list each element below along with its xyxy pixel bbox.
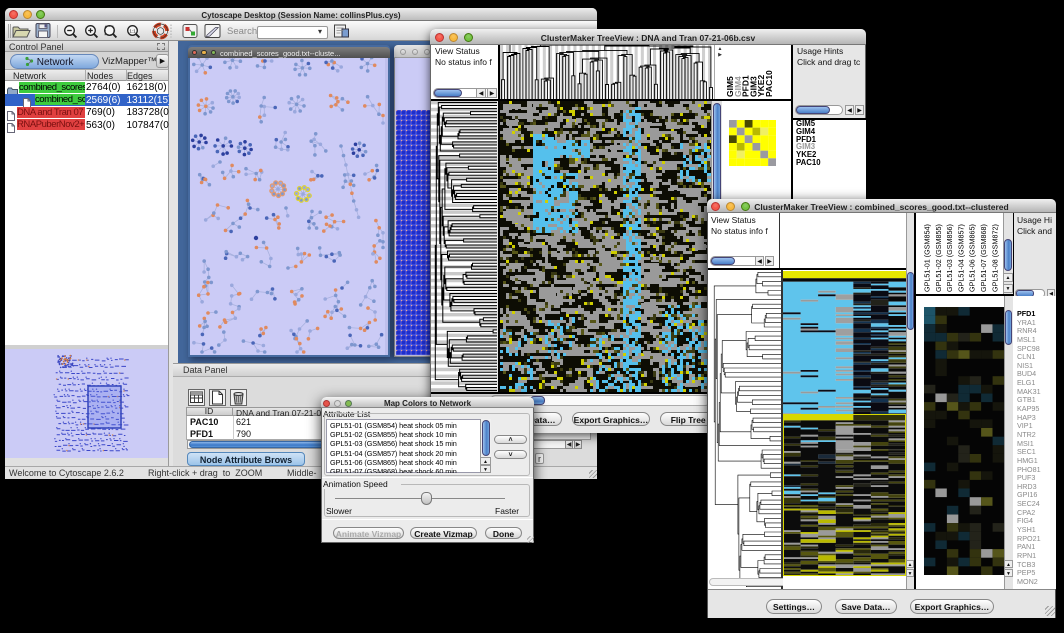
svg-text:GPL51-01 (GSM854): GPL51-01 (GSM854) xyxy=(923,224,932,292)
svg-text:GPL51-07 (GSM868): GPL51-07 (GSM868) xyxy=(979,224,988,292)
svg-text:GPL51-03 (GSM856): GPL51-03 (GSM856) xyxy=(945,224,954,292)
svg-text:1:1: 1:1 xyxy=(129,28,136,33)
svg-text:GPL51-02 (GSM855): GPL51-02 (GSM855) xyxy=(934,224,943,292)
svg-text:GPL51-06 (GSM865): GPL51-06 (GSM865) xyxy=(968,224,977,292)
svg-text:GPL51-04 (GSM857): GPL51-04 (GSM857) xyxy=(956,224,965,292)
svg-text:GPL51-08 (GSM872): GPL51-08 (GSM872) xyxy=(990,224,999,292)
svg-text:PAC10: PAC10 xyxy=(764,70,774,97)
